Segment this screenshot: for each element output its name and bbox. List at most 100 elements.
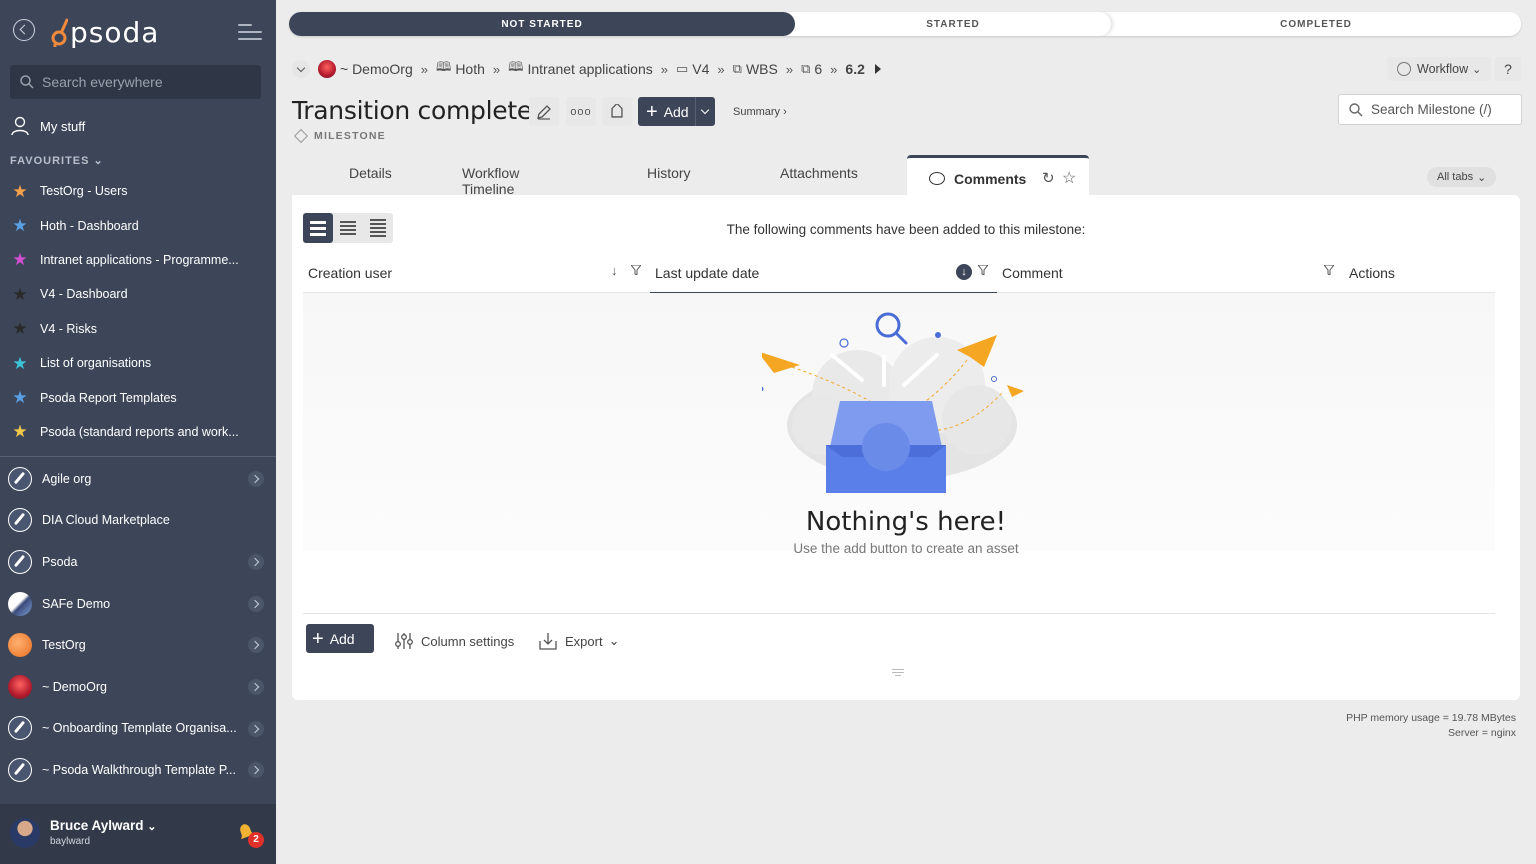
org-item-dia-cloud[interactable]: DIA Cloud Marketplace bbox=[8, 500, 270, 542]
my-stuff-link[interactable]: My stuff bbox=[10, 114, 85, 138]
favourite-label: V4 - Risks bbox=[40, 321, 97, 336]
user-icon bbox=[11, 116, 29, 136]
tab-comments-label: Comments bbox=[954, 171, 1027, 187]
memory-usage-text: PHP memory usage = 19.78 MBytes bbox=[1346, 712, 1516, 724]
sliders-icon bbox=[395, 633, 413, 649]
item-type-tag: MILESTONE bbox=[293, 128, 386, 144]
tag-button[interactable] bbox=[602, 97, 632, 126]
tab-workflow-timeline[interactable]: Workflow Timeline bbox=[462, 165, 519, 197]
favourite-item[interactable]: ★ V4 - Risks bbox=[10, 312, 270, 346]
book-icon: 🕮 bbox=[435, 59, 452, 74]
org-item-agile-org[interactable]: Agile org bbox=[8, 458, 270, 500]
search-milestone-placeholder: Search Milestone (/) bbox=[1371, 102, 1492, 117]
favourite-item[interactable]: ★ Psoda (standard reports and work... bbox=[10, 415, 270, 449]
all-tabs-label: All tabs bbox=[1437, 171, 1474, 183]
workflow-label: Workflow bbox=[1417, 62, 1469, 76]
org-item-walkthrough[interactable]: ~ Psoda Walkthrough Template P... bbox=[8, 749, 270, 791]
resize-handle-icon[interactable] bbox=[892, 669, 904, 677]
wbs-icon: ⧉ bbox=[732, 61, 742, 76]
tab-details[interactable]: Details bbox=[349, 165, 392, 181]
favourite-item[interactable]: ★ V4 - Dashboard bbox=[10, 277, 270, 311]
refresh-icon[interactable]: ↻ bbox=[1042, 169, 1055, 187]
export-button[interactable]: Export ⌄ bbox=[538, 631, 619, 651]
tab-attachments[interactable]: Attachments bbox=[780, 165, 858, 181]
breadcrumb-separator-icon: » bbox=[492, 61, 501, 77]
sort-arrow-icon[interactable]: ↓ bbox=[611, 263, 618, 278]
sort-descending-icon[interactable]: ↓ bbox=[956, 264, 972, 280]
help-button[interactable]: ? bbox=[1495, 57, 1521, 81]
favourite-item[interactable]: ★ Psoda Report Templates bbox=[10, 380, 270, 414]
chevron-right-icon[interactable] bbox=[248, 637, 264, 654]
breadcrumb-separator-icon: » bbox=[660, 61, 668, 77]
column-header-comment[interactable]: Comment bbox=[1002, 265, 1063, 281]
chevron-right-icon[interactable] bbox=[248, 678, 264, 695]
filter-icon[interactable] bbox=[1324, 265, 1334, 275]
favourite-label: Hoth - Dashboard bbox=[40, 218, 139, 233]
tab-history[interactable]: History bbox=[647, 165, 691, 181]
breadcrumb-item[interactable]: 🕮 Hoth » bbox=[436, 58, 508, 80]
tab-comments[interactable]: Comments ↻ ☆ bbox=[907, 155, 1089, 197]
sidebar: psoda My stuff FAVOURITES ⌄ ★ TestOrg - U… bbox=[0, 0, 276, 864]
add-comment-button[interactable]: + Add bbox=[306, 624, 374, 653]
workflow-button[interactable]: Workflow ⌄ bbox=[1387, 57, 1492, 81]
org-item-demoorg[interactable]: ~ DemoOrg bbox=[8, 666, 270, 708]
favourite-label: Psoda Report Templates bbox=[40, 390, 177, 405]
org-item-safe-demo[interactable]: SAFe Demo bbox=[8, 583, 270, 625]
favourites-header-label: FAVOURITES bbox=[10, 155, 90, 167]
column-header-last-update-date[interactable]: Last update date bbox=[655, 265, 759, 281]
more-options-button[interactable]: ooo bbox=[566, 97, 596, 126]
search-input[interactable] bbox=[42, 74, 242, 90]
favourite-star-icon[interactable]: ☆ bbox=[1062, 168, 1076, 188]
safe-logo-icon bbox=[8, 591, 32, 616]
favourite-item[interactable]: ★ Intranet applications - Programme... bbox=[10, 243, 270, 277]
add-button[interactable]: + Add bbox=[638, 97, 715, 126]
favourite-item[interactable]: ★ List of organisations bbox=[10, 346, 270, 380]
all-tabs-dropdown[interactable]: All tabs ⌄ bbox=[1427, 167, 1497, 187]
logo-mark-icon bbox=[51, 18, 68, 47]
global-search[interactable] bbox=[10, 65, 261, 99]
chevron-right-icon[interactable] bbox=[248, 762, 264, 779]
stage-not-started[interactable]: NOT STARTED bbox=[289, 12, 795, 36]
edit-button[interactable] bbox=[529, 97, 559, 126]
favourite-item[interactable]: ★ TestOrg - Users bbox=[10, 174, 270, 208]
chevron-right-icon[interactable] bbox=[248, 471, 264, 487]
breadcrumb-dropdown-icon[interactable] bbox=[292, 60, 310, 78]
chevron-right-icon[interactable] bbox=[248, 595, 264, 612]
testorg-logo-icon bbox=[8, 633, 32, 658]
breadcrumb-item[interactable]: ⧉ WBS » bbox=[733, 61, 801, 77]
org-item-psoda[interactable]: Psoda bbox=[8, 541, 270, 583]
breadcrumb-item[interactable]: 🕮 Intranet applications » bbox=[508, 58, 676, 80]
favourites-header[interactable]: FAVOURITES ⌄ bbox=[10, 154, 104, 167]
back-icon[interactable] bbox=[13, 19, 35, 41]
user-name[interactable]: Bruce Aylward ⌄ bbox=[50, 818, 157, 833]
org-item-testorg[interactable]: TestOrg bbox=[8, 624, 270, 666]
stage-completed[interactable]: COMPLETED bbox=[1111, 12, 1521, 36]
breadcrumb-item[interactable]: ⧉ 6 » bbox=[801, 61, 845, 77]
org-label: ~ Psoda Walkthrough Template P... bbox=[42, 762, 236, 777]
avatar[interactable] bbox=[10, 818, 40, 848]
user-panel[interactable]: Bruce Aylward ⌄ baylward bbox=[0, 804, 276, 864]
chevron-down-icon[interactable] bbox=[695, 97, 715, 126]
favourite-item[interactable]: ★ Hoth - Dashboard bbox=[10, 208, 270, 242]
stage-started[interactable]: STARTED bbox=[795, 12, 1111, 36]
breadcrumb-item[interactable]: ▭ V4 » bbox=[676, 61, 733, 77]
column-settings-button[interactable]: Column settings bbox=[394, 631, 514, 651]
favourite-label: Intranet applications - Programme... bbox=[40, 252, 239, 267]
filter-icon[interactable] bbox=[978, 265, 988, 275]
book-icon: 🕮 bbox=[508, 59, 524, 74]
column-header-creation-user[interactable]: Creation user bbox=[308, 265, 392, 281]
favourite-label: V4 - Dashboard bbox=[40, 287, 128, 302]
filter-icon[interactable] bbox=[631, 265, 641, 275]
caret-right-icon[interactable] bbox=[874, 64, 881, 74]
psoda-logo[interactable]: psoda bbox=[50, 14, 159, 50]
chevron-right-icon[interactable] bbox=[248, 720, 264, 737]
summary-link[interactable]: Summary › bbox=[733, 106, 787, 118]
chevron-down-icon: ⌄ bbox=[608, 633, 620, 648]
collapse-menu-icon[interactable] bbox=[238, 24, 262, 40]
chevron-right-icon[interactable] bbox=[248, 554, 264, 571]
breadcrumb-item[interactable]: ~ DemoOrg » bbox=[318, 60, 436, 78]
search-milestone-field[interactable]: Search Milestone (/) bbox=[1338, 94, 1522, 125]
org-item-onboarding[interactable]: ~ Onboarding Template Organisa... bbox=[8, 708, 270, 750]
breadcrumb-separator-icon: » bbox=[830, 61, 838, 77]
workflow-icon bbox=[1397, 62, 1411, 76]
